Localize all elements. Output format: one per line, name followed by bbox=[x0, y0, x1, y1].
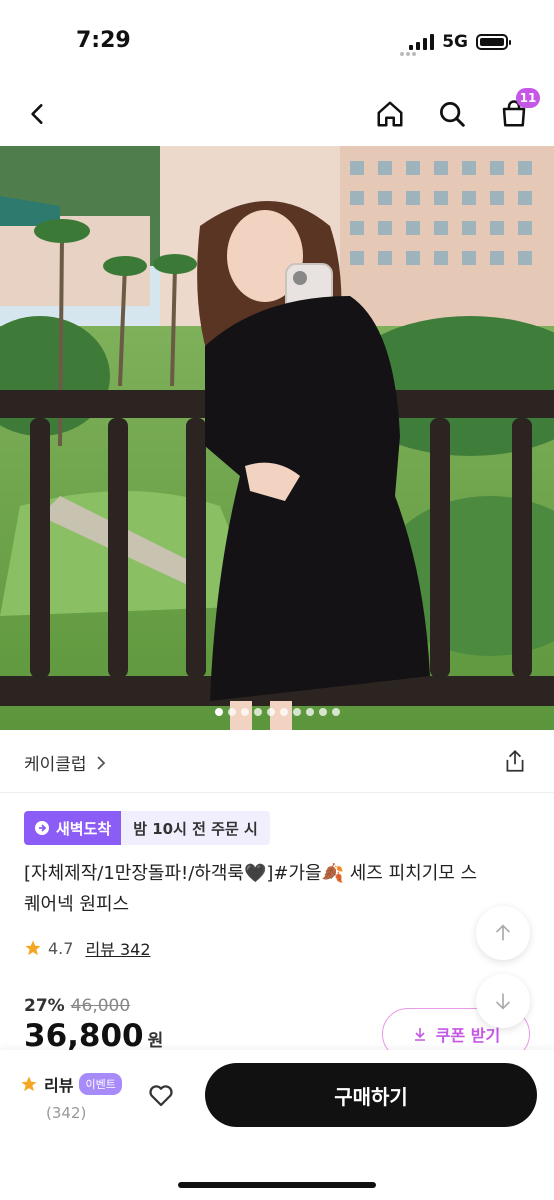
rating-score: 4.7 bbox=[48, 938, 74, 958]
battery-icon bbox=[476, 34, 511, 50]
status-icons: 5G bbox=[409, 32, 511, 52]
product-image-carousel[interactable] bbox=[0, 146, 554, 730]
scroll-up-button[interactable] bbox=[476, 906, 530, 960]
dawn-delivery-badge: 새벽도착 bbox=[24, 811, 122, 845]
event-badge: 이벤트 bbox=[79, 1073, 122, 1095]
price-row: 36,800 원 bbox=[24, 1018, 163, 1054]
status-time: 7:29 bbox=[76, 28, 131, 53]
download-icon bbox=[414, 1028, 425, 1041]
dawn-delivery-label: 새벽도착 bbox=[56, 819, 112, 838]
home-icon[interactable] bbox=[368, 92, 412, 136]
star-icon bbox=[25, 940, 41, 956]
search-icon[interactable] bbox=[430, 92, 474, 136]
buy-button[interactable]: 구매하기 bbox=[205, 1063, 537, 1127]
brand-link[interactable]: 케이클럽 bbox=[24, 750, 107, 775]
original-price: 46,000 bbox=[70, 996, 131, 1016]
cart-count-badge: 11 bbox=[516, 88, 540, 108]
wishlist-heart-icon[interactable] bbox=[146, 1080, 176, 1114]
status-bar: 7:29 5G bbox=[0, 0, 554, 80]
arrow-up-icon bbox=[495, 924, 511, 941]
signal-icon bbox=[409, 34, 435, 50]
carousel-indicator bbox=[0, 708, 554, 716]
camera-indicator bbox=[400, 52, 416, 56]
discount-row: 27% 46,000 bbox=[24, 996, 130, 1016]
review-count: (342) bbox=[46, 1104, 87, 1122]
top-nav: 11 bbox=[0, 86, 554, 146]
review-link[interactable]: 리뷰 342 bbox=[85, 936, 150, 960]
review-label: 리뷰 bbox=[44, 1076, 74, 1095]
home-indicator bbox=[178, 1182, 376, 1188]
arrow-down-icon bbox=[495, 993, 511, 1010]
product-title: [자체제작/1만장돌파!/하객룩🖤]#가을🍂 세즈 피치기모 스 퀘어넥 원피스 bbox=[24, 858, 534, 920]
product-title-line-2: 퀘어넥 원피스 bbox=[24, 894, 130, 915]
order-time-badge: 밤 10시 전 주문 시 bbox=[121, 811, 270, 845]
product-title-line-1: [자체제작/1만장돌파!/하객룩🖤]#가을🍂 세즈 피치기모 스 bbox=[24, 863, 478, 884]
bottom-action-bar: 리뷰 이벤트 (342) 구매하기 bbox=[0, 1050, 554, 1200]
discount-rate: 27% bbox=[24, 996, 65, 1016]
product-photo bbox=[0, 146, 554, 730]
chevron-right-icon bbox=[96, 755, 105, 770]
currency-label: 원 bbox=[147, 1031, 164, 1051]
delivery-badges: 새벽도착 밤 10시 전 주문 시 bbox=[24, 811, 270, 845]
coupon-label: 쿠폰 받기 bbox=[435, 1026, 501, 1045]
brand-row: 케이클럽 bbox=[0, 730, 554, 793]
cart-icon[interactable]: 11 bbox=[492, 88, 540, 136]
share-icon[interactable] bbox=[502, 748, 528, 778]
rating-row: 4.7 리뷰 342 bbox=[24, 936, 151, 960]
sale-price: 36,800 bbox=[24, 1018, 144, 1054]
review-summary[interactable]: 리뷰 이벤트 (342) bbox=[20, 1072, 122, 1122]
scroll-down-button[interactable] bbox=[476, 974, 530, 1028]
star-icon bbox=[21, 1076, 37, 1092]
delivery-icon bbox=[35, 821, 49, 835]
brand-name: 케이클럽 bbox=[24, 755, 87, 775]
network-label: 5G bbox=[442, 32, 468, 52]
back-icon[interactable] bbox=[16, 92, 60, 136]
